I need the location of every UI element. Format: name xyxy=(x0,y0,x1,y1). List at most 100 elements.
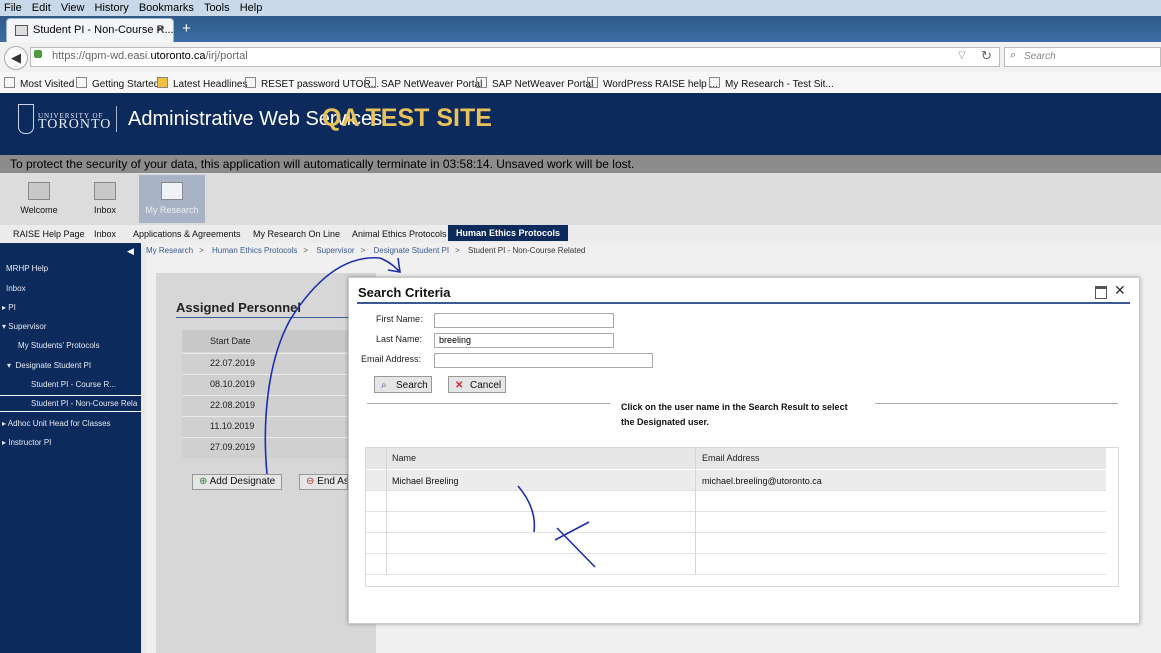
bookmark-latest-headlines[interactable]: Latest Headlines xyxy=(157,77,248,90)
rss-icon xyxy=(157,77,168,88)
table-row[interactable]: 27.09.2019 xyxy=(182,437,362,458)
breadcrumb-my-research[interactable]: My Research xyxy=(146,246,193,255)
column-divider xyxy=(386,448,387,575)
sidebar-item-mrhp-help[interactable]: MRHP Help xyxy=(6,264,48,273)
email-column-header[interactable]: Email Address xyxy=(702,453,760,463)
table-row[interactable]: 11.10.2019 xyxy=(182,416,362,437)
url-text[interactable]: https://qpm-wd.easi.utoronto.ca/irj/port… xyxy=(52,50,248,62)
table-row[interactable]: 22.08.2019 xyxy=(182,395,362,416)
maximize-icon[interactable] xyxy=(1095,286,1107,299)
result-name-cell[interactable]: Michael Breeling xyxy=(392,476,459,486)
bookmark-icon xyxy=(76,77,87,88)
menu-help[interactable]: Help xyxy=(240,0,263,16)
subnav-human-ethics[interactable]: Human Ethics Protocols xyxy=(448,225,568,241)
column-divider xyxy=(695,448,696,575)
reload-icon[interactable]: ↻ xyxy=(981,48,992,64)
table-row[interactable] xyxy=(366,554,1106,575)
first-name-field[interactable] xyxy=(434,313,614,328)
subnav-my-research-online[interactable]: My Research On Line xyxy=(253,229,340,239)
search-icon: ⌕ xyxy=(1010,49,1017,61)
menu-bar: File Edit View History Bookmarks Tools H… xyxy=(0,0,1161,16)
table-row[interactable]: 22.07.2019 xyxy=(182,353,362,374)
subnav-inbox[interactable]: Inbox xyxy=(94,229,116,239)
bookmark-reset-password[interactable]: RESET password UTOR... xyxy=(245,77,379,90)
nav-welcome[interactable]: Welcome xyxy=(6,175,72,223)
cancel-x-icon: ✕ xyxy=(455,380,464,391)
table-row[interactable] xyxy=(366,533,1106,554)
email-field[interactable] xyxy=(434,353,653,368)
bookmark-sap-portal-2[interactable]: SAP NetWeaver Portal xyxy=(476,77,593,90)
dialog-title-underline xyxy=(357,302,1130,304)
bookmark-icon xyxy=(476,77,487,88)
menu-tools[interactable]: Tools xyxy=(204,0,230,16)
sidebar-item-my-students-protocols[interactable]: My Students' Protocols xyxy=(18,341,100,350)
sidebar-item-instructor-pi[interactable]: ▸ Instructor PI xyxy=(2,438,51,447)
back-button[interactable]: ◀ xyxy=(4,46,28,70)
bookmark-most-visited[interactable]: Most Visited xyxy=(4,77,74,90)
bookmark-getting-started[interactable]: Getting Started xyxy=(76,77,159,90)
timeout-message: To protect the security of your data, th… xyxy=(10,157,635,171)
add-person-icon: ⊕ xyxy=(199,476,208,487)
sidebar-item-supervisor[interactable]: ▾ Supervisor xyxy=(2,322,47,331)
cancel-button[interactable]: ✕ Cancel xyxy=(448,376,506,393)
subnav-animal-ethics[interactable]: Animal Ethics Protocols xyxy=(352,229,447,239)
folder-icon xyxy=(28,182,50,200)
close-icon[interactable]: ✕ xyxy=(1114,282,1126,299)
start-date-header: Start Date xyxy=(182,330,362,352)
collapse-sidebar-icon[interactable]: ◀ xyxy=(127,246,134,257)
table-row[interactable] xyxy=(366,512,1106,533)
separator-line xyxy=(875,403,1118,404)
sidebar-item-pi[interactable]: ▸ PI xyxy=(2,303,16,312)
dialog-title: Search Criteria xyxy=(358,285,451,300)
add-designate-button[interactable]: ⊕ Add Designate xyxy=(192,474,282,490)
folder-icon xyxy=(161,182,183,200)
remove-person-icon: ⊖ xyxy=(306,476,315,487)
bookmark-icon xyxy=(245,77,256,88)
header-divider xyxy=(116,106,117,132)
bookmark-wordpress-raise[interactable]: WordPress RAISE help ... xyxy=(587,77,718,90)
sidebar-item-designate-student-pi[interactable]: ▾ Designate Student PI xyxy=(7,361,91,370)
menu-view[interactable]: View xyxy=(61,0,85,16)
folder-icon xyxy=(94,182,116,200)
nav-my-research[interactable]: My Research xyxy=(139,175,205,223)
title-underline xyxy=(176,317,376,318)
separator-line xyxy=(367,403,610,404)
breadcrumb: My Research > Human Ethics Protocols > Sup… xyxy=(146,246,586,255)
instruction-text: Click on the user name in the Search Res… xyxy=(621,402,848,427)
table-row[interactable]: 08.10.2019 xyxy=(182,374,362,395)
search-button[interactable]: ⌕ Search xyxy=(374,376,432,393)
email-label: Email Address: xyxy=(361,354,422,364)
last-name-field[interactable]: breeling xyxy=(434,333,614,348)
tab-close-icon[interactable]: ✕ xyxy=(156,23,165,36)
lock-icon xyxy=(34,50,42,58)
menu-bookmarks[interactable]: Bookmarks xyxy=(139,0,194,16)
breadcrumb-supervisor[interactable]: Supervisor xyxy=(316,246,354,255)
search-placeholder: Search xyxy=(1024,51,1056,62)
tab-title: Student PI - Non-Course R... xyxy=(33,24,174,36)
bookmark-icon xyxy=(365,77,376,88)
breadcrumb-human-ethics[interactable]: Human Ethics Protocols xyxy=(212,246,297,255)
nav-inbox[interactable]: Inbox xyxy=(72,175,138,223)
subnav-raise-help[interactable]: RAISE Help Page xyxy=(13,229,85,239)
name-column-header[interactable]: Name xyxy=(392,453,416,463)
table-row[interactable] xyxy=(366,491,1106,512)
sidebar-item-student-pi-course[interactable]: Student PI - Course R... xyxy=(31,380,116,389)
subnav-applications[interactable]: Applications & Agreements xyxy=(133,229,241,239)
end-assignment-button[interactable]: ⊖ End As xyxy=(299,474,348,490)
url-dropdown-icon[interactable]: ▽ xyxy=(958,50,966,61)
menu-history[interactable]: History xyxy=(95,0,129,16)
menu-edit[interactable]: Edit xyxy=(32,0,51,16)
bookmark-sap-portal-1[interactable]: SAP NetWeaver Portal xyxy=(365,77,482,90)
menu-file[interactable]: File xyxy=(4,0,22,16)
timeout-banner: To protect the security of your data, th… xyxy=(0,155,1161,173)
sidebar-item-student-pi-non-course[interactable]: Student PI - Non-Course Rela xyxy=(31,399,137,408)
breadcrumb-designate-student-pi[interactable]: Designate Student PI xyxy=(373,246,449,255)
new-tab-icon[interactable]: + xyxy=(182,20,191,37)
browser-tab[interactable]: Student PI - Non-Course R... ✕ xyxy=(6,18,174,42)
sidebar-item-inbox[interactable]: Inbox xyxy=(6,284,26,293)
sidebar-item-adhoc-unit-head[interactable]: ▸ Adhoc Unit Head for Classes xyxy=(2,419,111,428)
bookmark-my-research-test[interactable]: My Research - Test Sit... xyxy=(709,77,834,90)
assigned-personnel-title: Assigned Personnel xyxy=(176,300,301,315)
bookmark-icon xyxy=(709,77,720,88)
crest-logo-icon xyxy=(18,104,34,134)
